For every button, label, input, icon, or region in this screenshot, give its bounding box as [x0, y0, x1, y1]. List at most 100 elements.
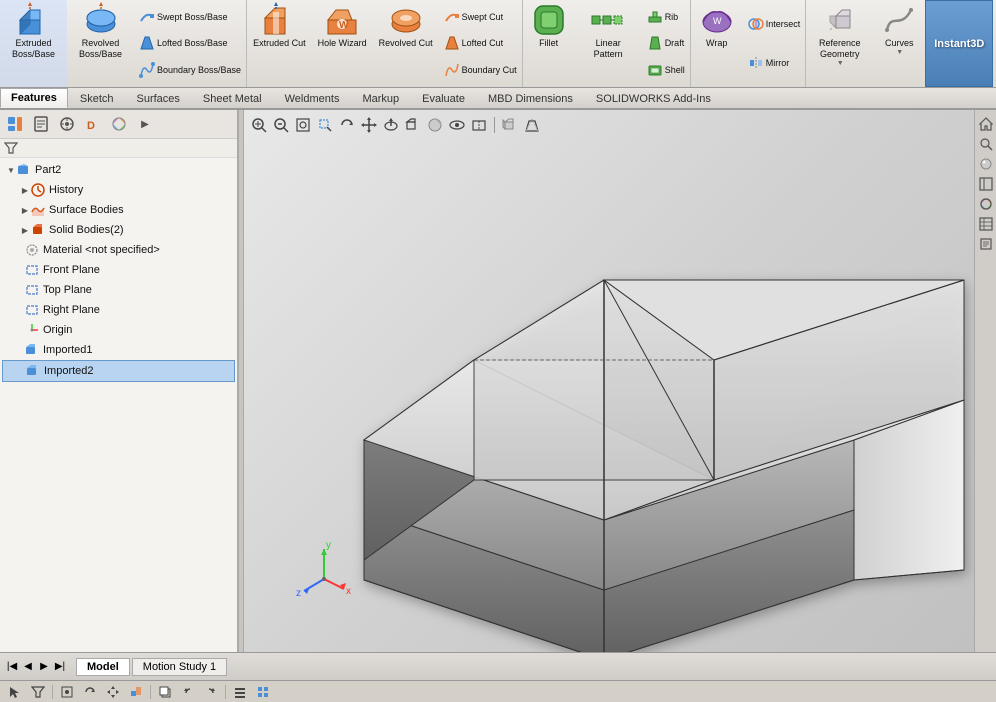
linear-pattern-button[interactable]: Linear Pattern [575, 0, 642, 87]
dm-manager-btn[interactable]: D [81, 113, 105, 135]
status-undo-btn[interactable] [178, 683, 198, 701]
feature-manager-btn[interactable] [3, 113, 27, 135]
fillet-label: Fillet [539, 38, 558, 49]
boundary-boss-button[interactable]: Boundary Boss/Base [136, 61, 244, 79]
shell-button[interactable]: Shell [644, 61, 688, 79]
status-move-btn[interactable] [103, 683, 123, 701]
render-btn[interactable] [977, 155, 995, 173]
tree-imported2[interactable]: Imported2 [2, 360, 235, 382]
svg-text:W: W [713, 16, 722, 26]
bottom-tabs-bar: |◀ ◀ ▶ ▶| Model Motion Study 1 [0, 652, 996, 680]
status-select-btn[interactable] [5, 683, 25, 701]
pan-btn[interactable] [358, 114, 380, 136]
reference-geometry-icon [822, 2, 858, 38]
revolved-cut-button[interactable]: Revolved Cut [373, 0, 439, 87]
rotate-btn[interactable] [336, 114, 358, 136]
zoom-fit-btn[interactable] [292, 114, 314, 136]
nav-last-btn[interactable]: ▶| [52, 659, 68, 675]
status-grid-btn[interactable] [253, 683, 273, 701]
lofted-boss-button[interactable]: Lofted Boss/Base [136, 34, 244, 52]
status-rotate-btn[interactable] [80, 683, 100, 701]
wrap-icon: W [699, 2, 735, 38]
appearance-vp-btn[interactable] [977, 195, 995, 213]
zoom-sel-btn[interactable] [314, 114, 336, 136]
tab-markup[interactable]: Markup [351, 89, 410, 108]
tab-weldments[interactable]: Weldments [274, 89, 351, 108]
reference-geometry-button[interactable]: Reference Geometry ▼ [806, 0, 873, 87]
config-manager-btn[interactable] [55, 113, 79, 135]
nav-first-btn[interactable]: |◀ [4, 659, 20, 675]
normal-to-btn[interactable] [380, 114, 402, 136]
hide-show-btn[interactable] [446, 114, 468, 136]
reference-geometry-dropdown[interactable]: ▼ [837, 60, 844, 67]
tab-mbd[interactable]: MBD Dimensions [477, 89, 584, 108]
swept-cut-button[interactable]: Swept Cut [441, 8, 520, 26]
fillet-button[interactable]: Fillet [523, 0, 575, 87]
property-manager-btn[interactable] [29, 113, 53, 135]
nav-prev-btn[interactable]: ◀ [20, 659, 36, 675]
view-zoom-btn[interactable] [977, 135, 995, 153]
wrap-button[interactable]: W Wrap [691, 0, 743, 87]
left-panel: D ▶ [0, 110, 238, 652]
tab-sheet-metal[interactable]: Sheet Metal [192, 89, 273, 108]
tree-top-plane[interactable]: Top Plane [2, 280, 235, 300]
tree-surface-bodies[interactable]: ▶ Surface Bodies [2, 200, 235, 220]
status-scale-btn[interactable] [126, 683, 146, 701]
curves-button[interactable]: Curves ▼ [873, 0, 925, 87]
rib-button[interactable]: Rib [644, 8, 688, 26]
intersect-button[interactable]: Intersect [745, 15, 804, 33]
tree-front-plane[interactable]: Front Plane [2, 260, 235, 280]
bottom-tab-motion[interactable]: Motion Study 1 [132, 658, 227, 676]
tab-features[interactable]: Features [0, 88, 68, 108]
tree-root[interactable]: ▼ Part2 [2, 160, 235, 180]
viewport[interactable]: x y z [244, 110, 996, 652]
custom-props-btn[interactable] [977, 235, 995, 253]
instant3d-button[interactable]: Instant3D [925, 0, 993, 87]
extruded-boss-button[interactable]: Extruded Boss/Base [0, 0, 67, 87]
filter-icon [4, 141, 18, 155]
zoom-in-btn[interactable] [270, 114, 292, 136]
boundary-cut-button[interactable]: Boundary Cut [441, 61, 520, 79]
extruded-boss-icon [16, 2, 52, 38]
perspective-btn[interactable] [521, 114, 543, 136]
tree-solid-bodies[interactable]: ▶ Solid Bodies(2) [2, 220, 235, 240]
tree-origin[interactable]: Origin [2, 320, 235, 340]
view-cube-btn[interactable] [499, 114, 521, 136]
status-copy-btn[interactable] [155, 683, 175, 701]
tree-material[interactable]: Material <not specified> [2, 240, 235, 260]
tab-addins[interactable]: SOLIDWORKS Add-Ins [585, 89, 722, 108]
draft-button[interactable]: Draft [644, 34, 688, 52]
zoom-area-btn[interactable] [248, 114, 270, 136]
bottom-tab-model[interactable]: Model [76, 658, 130, 676]
nav-next-btn[interactable]: ▶ [36, 659, 52, 675]
status-snap-btn[interactable] [57, 683, 77, 701]
status-align-btn[interactable] [230, 683, 250, 701]
more-btn[interactable]: ▶ [133, 113, 157, 135]
revolved-boss-button[interactable]: Revolved Boss/Base [67, 0, 134, 87]
tab-surfaces[interactable]: Surfaces [126, 89, 191, 108]
status-divider1 [52, 685, 53, 699]
lofted-cut-button[interactable]: Lofted Cut [441, 34, 520, 52]
view-orient-btn[interactable] [402, 114, 424, 136]
status-filter-btn[interactable] [28, 683, 48, 701]
instant3d-label: Instant3D [934, 38, 984, 50]
extruded-boss-label: Extruded Boss/Base [6, 38, 61, 60]
display-style-btn[interactable] [424, 114, 446, 136]
status-redo-btn[interactable] [201, 683, 221, 701]
table-btn[interactable] [977, 215, 995, 233]
status-divider3 [225, 685, 226, 699]
appearance-btn[interactable] [107, 113, 131, 135]
task-pane-btn[interactable] [977, 175, 995, 193]
tab-evaluate[interactable]: Evaluate [411, 89, 476, 108]
tree-imported1[interactable]: Imported1 [2, 340, 235, 360]
svg-text:D: D [87, 120, 95, 132]
hole-wizard-button[interactable]: W Hole Wizard [312, 0, 373, 87]
mirror-button[interactable]: Mirror [745, 54, 804, 72]
swept-boss-button[interactable]: Swept Boss/Base [136, 8, 244, 26]
section-view-btn[interactable] [468, 114, 490, 136]
tree-history[interactable]: ▶ History [2, 180, 235, 200]
tree-right-plane[interactable]: Right Plane [2, 300, 235, 320]
extruded-cut-button[interactable]: Extruded Cut [247, 0, 312, 87]
curves-dropdown[interactable]: ▼ [896, 49, 903, 56]
tab-sketch[interactable]: Sketch [69, 89, 125, 108]
